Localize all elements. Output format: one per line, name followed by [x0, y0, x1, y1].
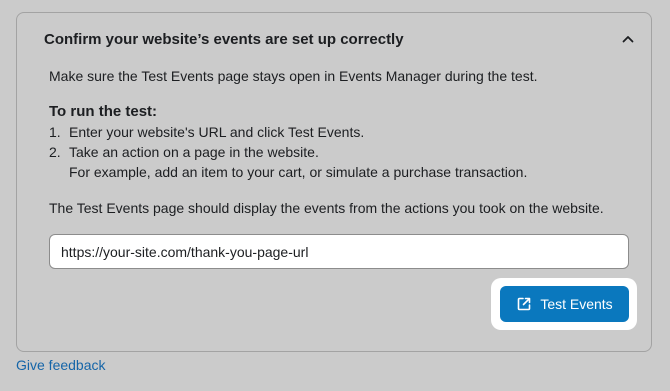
- steps-title: To run the test:: [49, 103, 158, 120]
- chevron-up-icon[interactable]: [618, 29, 638, 49]
- panel-header[interactable]: Confirm your website’s events are set up…: [44, 29, 638, 49]
- step-item: 2. Take an action on a page in the websi…: [49, 142, 649, 162]
- panel-content: Make sure the Test Events page stays ope…: [49, 66, 649, 218]
- test-events-label: Test Events: [540, 296, 613, 312]
- step-number: 2.: [49, 144, 61, 160]
- test-events-button[interactable]: Test Events: [500, 286, 629, 322]
- intro-text: Make sure the Test Events page stays ope…: [49, 68, 538, 84]
- step-text: Enter your website's URL and click Test …: [69, 124, 365, 140]
- website-url-input[interactable]: [49, 234, 629, 269]
- step-note: For example, add an item to your cart, o…: [69, 164, 528, 180]
- step-number: 1.: [49, 124, 61, 140]
- step-text: Take an action on a page in the website.: [69, 144, 319, 160]
- outro-text: The Test Events page should display the …: [49, 200, 604, 216]
- give-feedback-link[interactable]: Give feedback: [16, 356, 106, 374]
- external-link-icon: [516, 296, 532, 312]
- step-item: 1. Enter your website's URL and click Te…: [49, 122, 649, 142]
- panel-title: Confirm your website’s events are set up…: [44, 30, 404, 48]
